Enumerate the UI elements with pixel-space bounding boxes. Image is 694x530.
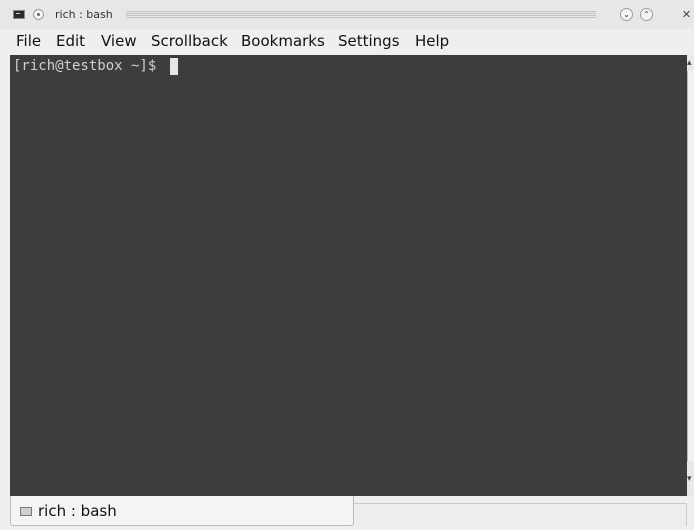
scroll-down-arrow-icon[interactable]: ▾ bbox=[687, 473, 694, 485]
scrollbar-thumb[interactable] bbox=[687, 71, 694, 461]
menu-edit[interactable]: Edit bbox=[56, 32, 85, 50]
chevron-up-icon: ⌃ bbox=[643, 10, 650, 19]
vertical-scrollbar[interactable]: ▴ ▾ bbox=[687, 55, 694, 496]
chevron-down-icon: ⌄ bbox=[623, 10, 630, 19]
menu-bar: File Edit View Scrollback Bookmarks Sett… bbox=[0, 29, 694, 55]
tab-label: rich : bash bbox=[38, 502, 117, 520]
text-cursor bbox=[170, 58, 178, 75]
terminal-tab-icon bbox=[20, 507, 32, 516]
menu-bookmarks[interactable]: Bookmarks bbox=[241, 32, 325, 50]
menu-help[interactable]: Help bbox=[415, 32, 449, 50]
menu-settings[interactable]: Settings bbox=[338, 32, 400, 50]
close-icon: ✕ bbox=[681, 8, 692, 21]
scroll-up-arrow-icon[interactable]: ▴ bbox=[687, 57, 694, 69]
maximize-button[interactable]: ⌃ bbox=[640, 8, 653, 21]
menu-file[interactable]: File bbox=[16, 32, 41, 50]
window-title: rich : bash bbox=[55, 8, 113, 21]
terminal-icon[interactable] bbox=[13, 10, 25, 19]
menu-view[interactable]: View bbox=[101, 32, 137, 50]
menu-scrollback[interactable]: Scrollback bbox=[151, 32, 228, 50]
window-menu-icon[interactable] bbox=[33, 9, 44, 20]
konsole-window: rich : bash ⌄ ⌃ ✕ File Edit View Scrollb… bbox=[0, 0, 694, 530]
title-bar[interactable]: rich : bash ⌄ ⌃ ✕ bbox=[0, 0, 694, 29]
tab-rich-bash[interactable]: rich : bash bbox=[10, 496, 354, 526]
tab-bar-empty-area bbox=[354, 503, 687, 526]
close-button[interactable]: ✕ bbox=[680, 8, 693, 21]
terminal-area[interactable]: [rich@testbox ~]$ bbox=[10, 55, 687, 496]
shell-prompt: [rich@testbox ~]$ bbox=[13, 58, 165, 74]
tab-bar: rich : bash bbox=[0, 496, 694, 530]
title-bar-grip bbox=[126, 11, 596, 19]
minimize-button[interactable]: ⌄ bbox=[620, 8, 633, 21]
